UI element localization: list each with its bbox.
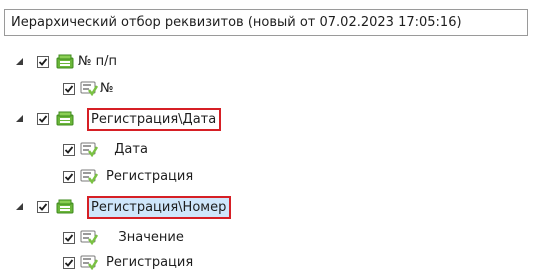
expand-triangle-icon[interactable] — [16, 115, 23, 122]
checkmark-icon — [64, 85, 74, 93]
tree-field-label: № — [100, 81, 114, 96]
tree-field-row[interactable]: № — [0, 78, 535, 102]
checkmark-icon — [64, 146, 74, 154]
tree-group-registration-number[interactable]: Регистрация\Номер — [0, 196, 535, 220]
expand-triangle-icon[interactable] — [16, 58, 23, 65]
tree-field-row[interactable]: Регистрация — [0, 166, 535, 190]
tree-field-row[interactable]: Регистрация — [0, 252, 535, 276]
tree-field-row[interactable]: Дата — [0, 139, 535, 163]
field-checkbox[interactable] — [63, 257, 75, 269]
field-attribute-icon — [80, 255, 98, 270]
tree-field-row[interactable]: Значение — [0, 227, 535, 251]
tree-field-label: Регистрация — [106, 169, 194, 184]
tree-field-label: Дата — [106, 142, 148, 157]
tree-field-label: Значение — [106, 230, 184, 245]
field-attribute-icon — [80, 81, 98, 96]
tree-group-label: Регистрация\Дата — [87, 108, 222, 131]
checkmark-icon — [64, 173, 74, 181]
tree-group-label-selected: Регистрация\Номер — [87, 196, 232, 219]
checkmark-icon — [38, 115, 48, 123]
tree-group-number[interactable]: № п/п — [0, 51, 535, 75]
expand-triangle-icon[interactable] — [16, 203, 23, 210]
field-attribute-icon — [80, 169, 98, 184]
tree-group-label: № п/п — [78, 54, 118, 69]
folder-group-icon — [56, 111, 74, 126]
group-checkbox[interactable] — [37, 56, 49, 68]
selection-title: Иерархический отбор реквизитов (новый от… — [11, 15, 462, 30]
checkmark-icon — [38, 58, 48, 66]
tree-field-label: Регистрация — [106, 255, 194, 270]
selection-title-bar: Иерархический отбор реквизитов (новый от… — [4, 9, 528, 36]
field-checkbox[interactable] — [63, 144, 75, 156]
group-checkbox[interactable] — [37, 201, 49, 213]
tree-group-registration-date[interactable]: Регистрация\Дата — [0, 108, 535, 132]
field-attribute-icon — [80, 230, 98, 245]
checkmark-icon — [64, 259, 74, 267]
checkmark-icon — [64, 234, 74, 242]
checkmark-icon — [38, 203, 48, 211]
field-checkbox[interactable] — [63, 171, 75, 183]
field-attribute-icon — [80, 142, 98, 157]
folder-group-icon — [56, 199, 74, 214]
group-checkbox[interactable] — [37, 113, 49, 125]
field-checkbox[interactable] — [63, 83, 75, 95]
folder-group-icon — [56, 54, 74, 69]
field-checkbox[interactable] — [63, 232, 75, 244]
